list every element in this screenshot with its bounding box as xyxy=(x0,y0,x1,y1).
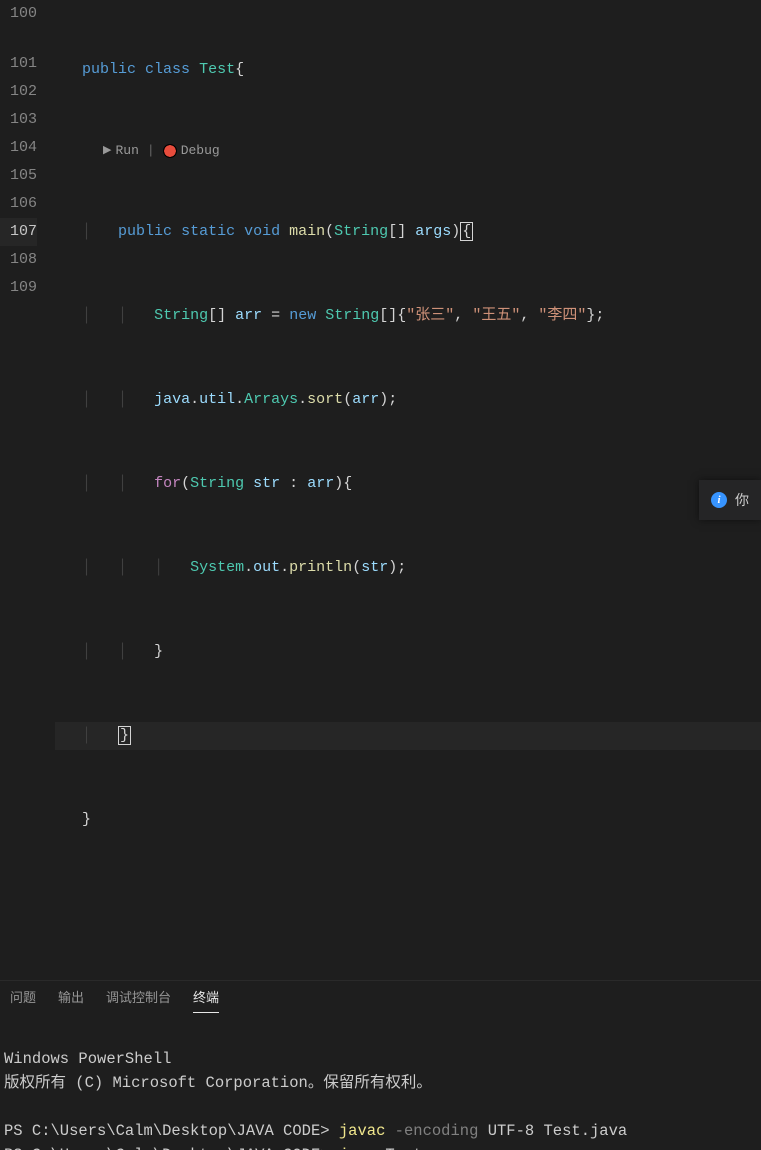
code-area[interactable]: public class Test{ ▶Run|Debug │ public s… xyxy=(55,0,761,974)
codelens-debug[interactable]: Debug xyxy=(181,137,220,165)
terminal-prompt: PS C:\Users\Calm\Desktop\JAVA CODE> xyxy=(4,1122,339,1140)
tab-debug-console[interactable]: 调试控制台 xyxy=(106,987,171,1013)
terminal-prompt: PS C:\Users\Calm\Desktop\JAVA CODE> xyxy=(4,1146,339,1150)
code-line-current[interactable]: │ } xyxy=(55,722,761,750)
line-number: 108 xyxy=(0,246,37,274)
codelens: ▶Run|Debug xyxy=(55,140,761,162)
line-number: 104 xyxy=(0,134,37,162)
code-line[interactable]: │ │ for(String str : arr){ xyxy=(55,470,761,498)
code-line[interactable]: │ │ │ System.out.println(str); xyxy=(55,554,761,582)
terminal-copyright: 版权所有 (C) Microsoft Corporation。保留所有权利。 xyxy=(4,1074,432,1092)
terminal[interactable]: Windows PowerShell 版权所有 (C) Microsoft Co… xyxy=(0,1013,761,1150)
tab-output[interactable]: 输出 xyxy=(58,987,84,1013)
code-line[interactable]: │ │ java.util.Arrays.sort(arr); xyxy=(55,386,761,414)
notification-text: 你 xyxy=(735,490,749,510)
tab-problems[interactable]: 问题 xyxy=(10,987,36,1013)
code-editor[interactable]: 100 101 102 103 104 105 106 107 108 109 … xyxy=(0,0,761,974)
line-number: 105 xyxy=(0,162,37,190)
panel-tabs: 问题 输出 调试控制台 终端 xyxy=(0,980,761,1013)
code-line[interactable]: │ │ } xyxy=(55,638,761,666)
ladybug-icon xyxy=(163,144,177,158)
notification-toast[interactable]: i 你 xyxy=(699,480,761,520)
line-number: 106 xyxy=(0,190,37,218)
code-line[interactable]: public class Test{ xyxy=(55,56,761,84)
play-icon: ▶ xyxy=(103,137,111,165)
info-icon: i xyxy=(711,492,727,508)
code-line[interactable]: │ │ String[] arr = new String[]{"张三", "王… xyxy=(55,302,761,330)
line-number: 102 xyxy=(0,78,37,106)
line-number: 100 xyxy=(0,0,37,28)
line-number: 109 xyxy=(0,274,37,302)
code-line[interactable]: │ public static void main(String[] args)… xyxy=(55,218,761,246)
line-gutter: 100 101 102 103 104 105 106 107 108 109 xyxy=(0,0,55,974)
line-number-current: 107 xyxy=(0,218,37,246)
line-number: 103 xyxy=(0,106,37,134)
code-line[interactable] xyxy=(55,890,761,918)
codelens-run[interactable]: Run xyxy=(115,137,138,165)
tab-terminal[interactable]: 终端 xyxy=(193,987,219,1013)
line-number: 101 xyxy=(0,50,37,78)
code-line[interactable]: } xyxy=(55,806,761,834)
terminal-command: javac xyxy=(339,1122,386,1140)
terminal-command: java xyxy=(339,1146,376,1150)
terminal-title: Windows PowerShell xyxy=(4,1050,171,1068)
